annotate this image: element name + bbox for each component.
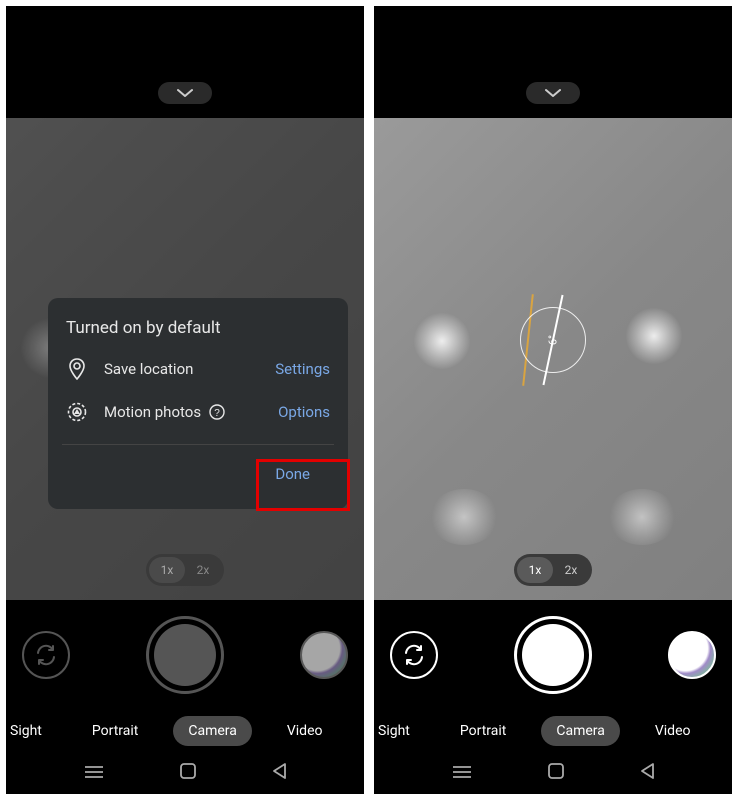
android-navbar xyxy=(374,752,732,794)
mode-more[interactable]: Mode xyxy=(725,716,732,746)
mode-sight[interactable]: Sight xyxy=(378,716,425,746)
pull-down-handle[interactable] xyxy=(158,82,212,104)
camera-level-indicator: 6° xyxy=(508,295,598,385)
mode-camera[interactable]: Camera xyxy=(173,716,252,746)
nav-home[interactable] xyxy=(548,763,564,783)
mode-video[interactable]: Video xyxy=(272,716,338,746)
flip-icon xyxy=(34,643,58,667)
top-bar xyxy=(6,6,364,118)
top-bar xyxy=(374,6,732,118)
zoom-1x[interactable]: 1x xyxy=(517,557,553,583)
gallery-thumbnail[interactable] xyxy=(300,631,348,679)
android-navbar xyxy=(6,752,364,794)
help-icon[interactable]: ? xyxy=(209,404,225,420)
dialog-title: Turned on by default xyxy=(66,318,330,338)
camera-mode-selector: Sight Portrait Camera Video Mode xyxy=(6,710,364,752)
shutter-inner xyxy=(522,624,584,686)
mode-video[interactable]: Video xyxy=(640,716,706,746)
options-link[interactable]: Options xyxy=(278,403,330,421)
phone-screenshot-left: 1x 2x Turned on by default Save location… xyxy=(6,6,364,794)
zoom-2x[interactable]: 2x xyxy=(185,557,221,583)
level-degrees: 6° xyxy=(547,335,560,345)
light-glow xyxy=(607,489,677,545)
defaults-dialog: Turned on by default Save location Setti… xyxy=(48,298,348,509)
dialog-row-label: Motion photos ? xyxy=(104,403,262,421)
camera-mode-selector: Sight Portrait Camera Video Mode xyxy=(374,710,732,752)
mode-portrait[interactable]: Portrait xyxy=(77,716,153,746)
dialog-row-motion: Motion photos ? Options xyxy=(66,402,330,422)
mode-sight[interactable]: Sight xyxy=(10,716,57,746)
nav-recents[interactable] xyxy=(84,764,104,783)
camera-controls xyxy=(6,600,364,710)
motion-photos-icon xyxy=(66,402,88,422)
phone-screenshot-right: 6° 1x 2x Sight Portrait Camera Video Mod… xyxy=(374,6,732,794)
dialog-row-location: Save location Settings xyxy=(66,358,330,380)
nav-back[interactable] xyxy=(640,763,654,783)
light-glow xyxy=(414,313,470,369)
chevron-down-icon xyxy=(545,88,561,98)
camera-viewfinder[interactable]: 6° 1x 2x xyxy=(374,118,732,600)
light-glow xyxy=(626,308,682,364)
zoom-2x[interactable]: 2x xyxy=(553,557,589,583)
shutter-inner xyxy=(154,624,216,686)
camera-controls xyxy=(374,600,732,710)
zoom-selector: 1x 2x xyxy=(514,554,592,586)
flip-camera-button[interactable] xyxy=(390,631,438,679)
done-button[interactable]: Done xyxy=(255,455,330,493)
location-icon xyxy=(66,358,88,380)
shutter-button[interactable] xyxy=(514,616,592,694)
flip-icon xyxy=(402,643,426,667)
mode-camera[interactable]: Camera xyxy=(541,716,620,746)
nav-home[interactable] xyxy=(180,763,196,783)
mode-more[interactable]: Mode xyxy=(357,716,364,746)
svg-text:?: ? xyxy=(214,408,220,419)
shutter-button[interactable] xyxy=(146,616,224,694)
nav-recents[interactable] xyxy=(452,764,472,783)
chevron-down-icon xyxy=(177,88,193,98)
gallery-thumbnail[interactable] xyxy=(668,631,716,679)
dialog-row-label: Save location xyxy=(104,360,259,378)
settings-link[interactable]: Settings xyxy=(275,360,330,378)
zoom-selector: 1x 2x xyxy=(146,554,224,586)
zoom-1x[interactable]: 1x xyxy=(149,557,185,583)
nav-back[interactable] xyxy=(272,763,286,783)
light-glow xyxy=(429,489,499,545)
mode-portrait[interactable]: Portrait xyxy=(445,716,521,746)
pull-down-handle[interactable] xyxy=(526,82,580,104)
flip-camera-button[interactable] xyxy=(22,631,70,679)
